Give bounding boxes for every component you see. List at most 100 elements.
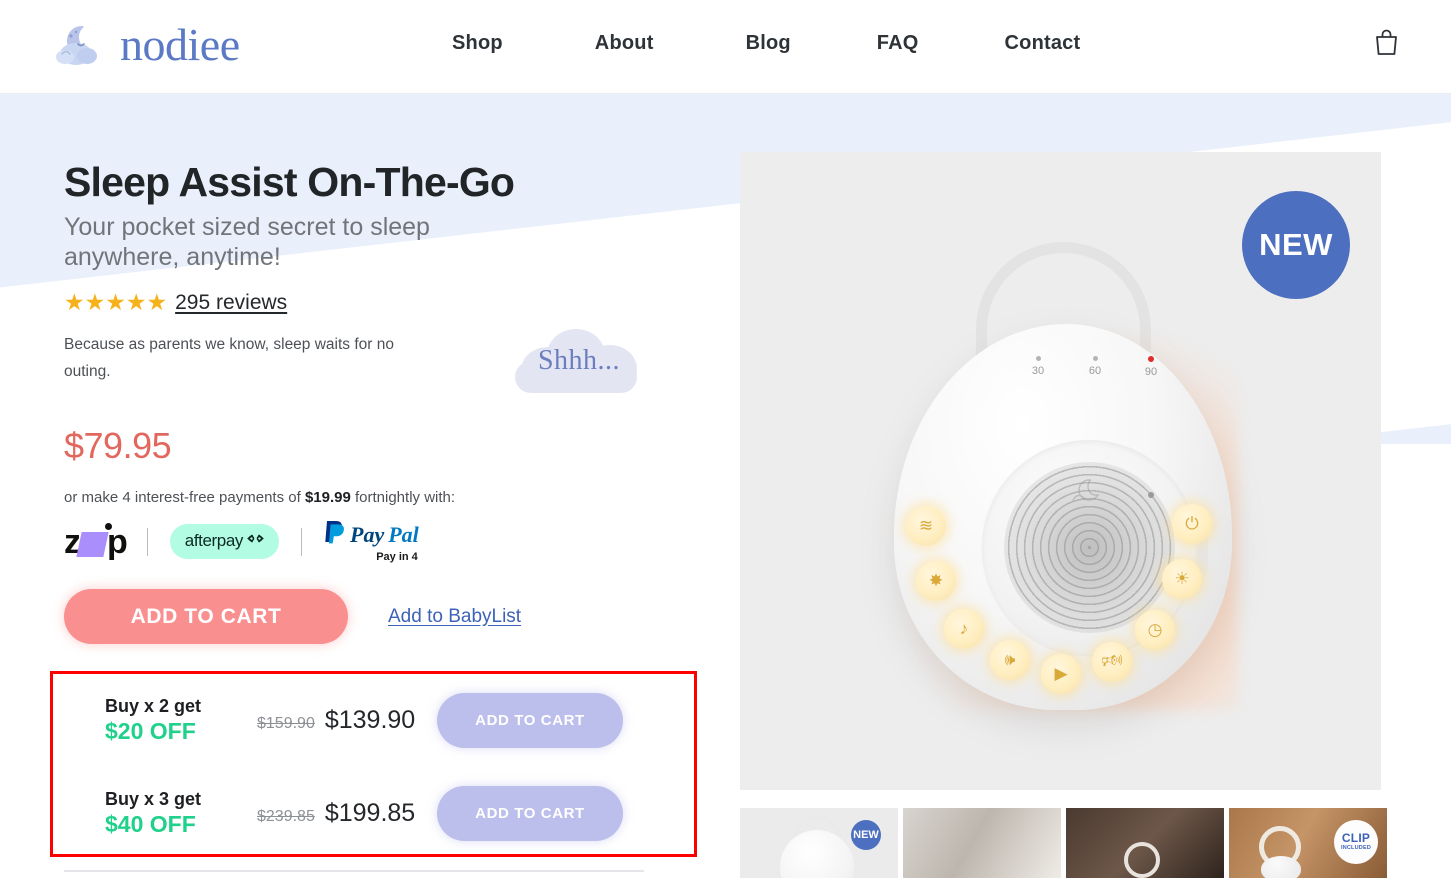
timer-indicator-90: 90: [1137, 356, 1165, 378]
volume-down-icon: 🕪: [1004, 650, 1016, 669]
bundle-old-price: $239.85: [257, 808, 315, 825]
logo-wordmark: nodiee: [120, 19, 240, 70]
shopping-bag-icon: [1374, 29, 1399, 61]
thumbnail-strip: NEW CLIP INCLUDED: [740, 808, 1387, 878]
reviews-link[interactable]: 295 reviews: [175, 291, 287, 315]
bundle-add-to-cart-button-3pack[interactable]: ADD TO CART: [437, 786, 623, 841]
payment-methods-row: zp afterpay Pay Pal Pay in 4: [64, 520, 704, 563]
shhh-text: Shhh...: [537, 345, 621, 376]
fan-icon: ✸: [928, 571, 944, 590]
sun-icon: ☀: [1174, 569, 1190, 588]
product-info-column: Sleep Assist On-The-Go Your pocket sized…: [64, 159, 704, 645]
section-divider: [64, 870, 644, 872]
product-page: nodiee Shop About Blog FAQ Contact Shhh.…: [0, 0, 1451, 878]
nav-item-faq[interactable]: FAQ: [877, 32, 919, 55]
bundle-discount-label: $40 OFF: [105, 810, 196, 837]
site-header: nodiee Shop About Blog FAQ Contact: [0, 0, 1451, 94]
product-main-image[interactable]: NEW 30 60 90 ≋ ✸ ♪ 🕪 ▶ 🕬 ◷ ☀ ⏻: [740, 152, 1381, 790]
sound-waves-button[interactable]: ≋: [906, 506, 946, 546]
music-note-button[interactable]: ♪: [944, 609, 984, 649]
nav-item-shop[interactable]: Shop: [452, 32, 503, 55]
zip-square-icon: [76, 532, 109, 558]
clip-included-badge: CLIP INCLUDED: [1334, 820, 1378, 864]
clip-badge-subtitle: INCLUDED: [1340, 845, 1372, 852]
timer-value: 30: [1031, 365, 1045, 377]
brightness-button[interactable]: ☀: [1162, 559, 1202, 599]
sound-machine-device: 30 60 90 ≋ ✸ ♪ 🕪 ▶ 🕬 ◷ ☀ ⏻: [848, 242, 1278, 742]
bundle-buy-label: Buy x 3 get: [105, 789, 202, 810]
paypal-pal-text: Pal: [388, 521, 419, 547]
volume-up-button[interactable]: 🕬: [1092, 642, 1132, 682]
clock-icon: ◷: [1147, 620, 1163, 639]
music-note-icon: ♪: [959, 619, 969, 638]
shhh-cloud-graphic: Shhh...: [513, 327, 645, 395]
sleeping-moon-cloud-icon: [52, 14, 114, 76]
installment-suffix: fortnightly with:: [350, 489, 456, 507]
main-navigation: Shop About Blog FAQ Contact: [452, 32, 1080, 55]
paypal-p-icon: [324, 520, 346, 549]
thumbnail-hand-holding-clip[interactable]: [1066, 808, 1224, 878]
cart-button[interactable]: [1368, 27, 1404, 63]
zip-letter-p: p: [107, 522, 128, 561]
device-status-led: [1148, 492, 1154, 498]
site-logo[interactable]: nodiee: [52, 14, 240, 76]
add-to-cart-button[interactable]: ADD TO CART: [64, 589, 348, 645]
thumbnail-clipped-device: [1261, 856, 1301, 878]
installment-text: or make 4 interest-free payments of $19.…: [64, 489, 704, 506]
timer-indicator-group: 30 60 90: [1024, 356, 1184, 400]
nav-item-blog[interactable]: Blog: [746, 32, 791, 55]
bundle-row-3pack: Buy x 3 get $40 OFF $239.85 $199.85 ADD …: [53, 767, 694, 860]
bundle-offers-box: Buy x 2 get $20 OFF $159.90 $139.90 ADD …: [50, 671, 697, 857]
volume-down-button[interactable]: 🕪: [990, 640, 1030, 680]
thumbnail-bag-clip[interactable]: CLIP INCLUDED: [1229, 808, 1387, 878]
payment-divider: [146, 527, 148, 556]
cta-row: ADD TO CART Add to BabyList: [64, 589, 704, 645]
new-badge: NEW: [1242, 191, 1350, 299]
product-price: $79.95: [64, 425, 172, 467]
play-pause-icon: ▶: [1054, 664, 1068, 683]
afterpay-link-icon: [247, 532, 264, 550]
bundle-discount-label: $20 OFF: [105, 717, 196, 744]
timer-indicator-30: 30: [1024, 356, 1052, 377]
bundle-add-to-cart-button-2pack[interactable]: ADD TO CART: [437, 693, 623, 748]
nav-item-contact[interactable]: Contact: [1005, 32, 1081, 55]
bundle-buy-label: Buy x 2 get: [105, 696, 202, 717]
thumbnail-stroller-scene[interactable]: [903, 808, 1061, 878]
payment-divider: [301, 527, 303, 556]
timer-value: 60: [1088, 365, 1102, 377]
power-icon: ⏻: [1185, 514, 1199, 533]
timer-value: 90: [1144, 366, 1158, 378]
timer-indicator-60: 60: [1081, 356, 1109, 377]
bundle-old-price: $159.90: [257, 715, 315, 732]
bundle-price-group: $239.85 $199.85: [257, 799, 437, 828]
timer-clock-button[interactable]: ◷: [1135, 610, 1175, 650]
bundle-label-group: Buy x 3 get $40 OFF: [105, 788, 257, 838]
device-moon-logo-icon: [1067, 476, 1113, 508]
clip-badge-title: CLIP: [1341, 831, 1371, 846]
zip-dot-icon: [105, 522, 112, 530]
paypal-payin4-text: Pay in 4: [376, 551, 418, 564]
bundle-row-2pack: Buy x 2 get $20 OFF $159.90 $139.90 ADD …: [53, 674, 694, 767]
paypal-pay-text: Pay: [350, 521, 385, 547]
timer-led-icon: [1035, 356, 1041, 361]
paypal-wordmark: Pay Pal: [324, 520, 419, 549]
product-subtitle: Your pocket sized secret to sleep anywhe…: [64, 212, 430, 272]
afterpay-logo[interactable]: afterpay: [169, 524, 280, 560]
paypal-logo[interactable]: Pay Pal Pay in 4: [324, 520, 419, 563]
page-title: Sleep Assist On-The-Go: [64, 159, 515, 205]
timer-led-icon: [1092, 356, 1098, 361]
product-tagline: Because as parents we know, sleep waits …: [64, 335, 394, 381]
bundle-label-group: Buy x 2 get $20 OFF: [105, 695, 257, 745]
play-pause-button[interactable]: ▶: [1041, 654, 1081, 694]
bundle-new-price: $199.85: [324, 799, 416, 827]
add-to-babylist-link[interactable]: Add to BabyList: [388, 606, 521, 628]
zip-logo[interactable]: zp: [64, 522, 128, 561]
nav-item-about[interactable]: About: [595, 32, 654, 55]
sound-waves-icon: ≋: [918, 516, 934, 535]
power-button[interactable]: ⏻: [1172, 504, 1212, 544]
installment-prefix: or make 4 interest-free payments of: [64, 489, 305, 507]
rating-row: ★★★★★ 295 reviews: [64, 291, 704, 315]
thumbnail-product-white[interactable]: NEW: [740, 808, 898, 878]
fan-sound-button[interactable]: ✸: [916, 561, 956, 601]
bundle-price-group: $159.90 $139.90: [257, 706, 437, 735]
